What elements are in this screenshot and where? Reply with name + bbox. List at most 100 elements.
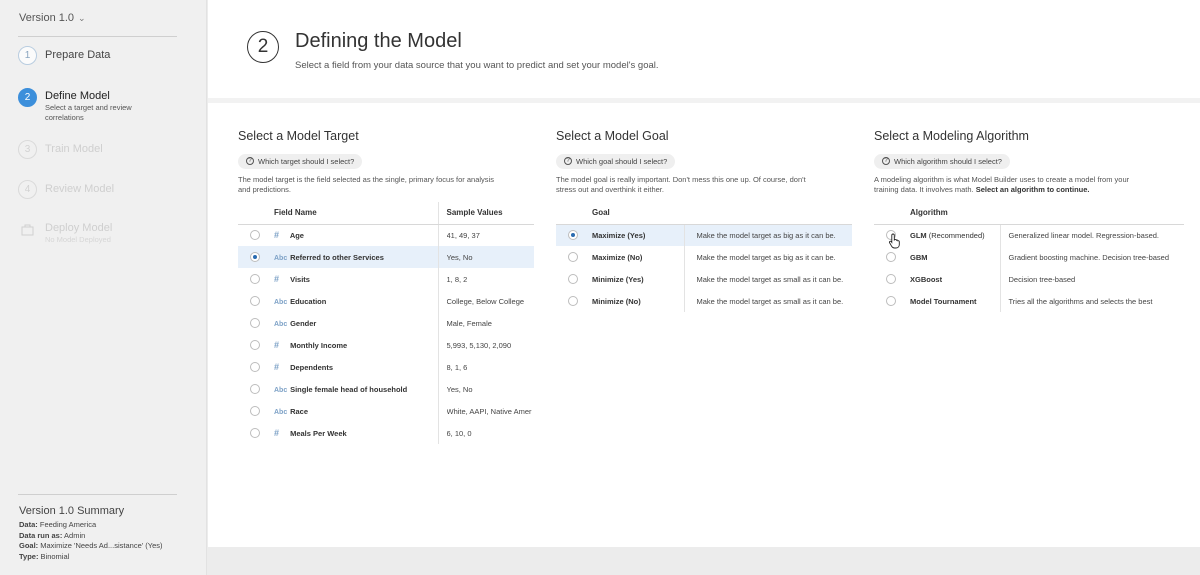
section-description: A modeling algorithm is what Model Build… — [874, 174, 1130, 194]
question-circle-icon: ? — [882, 157, 890, 165]
sidebar: Version 1.0 ⌄ 1 Prepare Data 2 Define Mo… — [0, 0, 207, 575]
table-row[interactable]: Abc Single female head of household Yes, … — [238, 378, 534, 400]
step-title: Deploy Model — [45, 222, 113, 234]
sample-values: White, AAPI, Native Amer — [446, 406, 532, 416]
algorithm-help-button[interactable]: ? Which algorithm should I select? — [874, 153, 1010, 169]
table-row[interactable]: Minimize (No) Make the model target as sm… — [556, 290, 852, 312]
abc-icon: Abc — [274, 320, 288, 328]
algorithm-description: Tries all the algorithms and selects the… — [1008, 296, 1153, 306]
field-name: Meals Per Week — [290, 429, 347, 438]
table-header: Algorithm — [874, 202, 1184, 225]
step-prepare-data[interactable]: 1 Prepare Data — [18, 46, 110, 65]
algorithm-radio[interactable] — [886, 252, 896, 262]
step-define-model[interactable]: 2 Define Model Select a target and revie… — [18, 88, 141, 123]
page-header: 2 Defining the Model Select a field from… — [208, 0, 1200, 103]
goal-name: Minimize (Yes) — [592, 274, 644, 284]
main-panel: 2 Defining the Model Select a field from… — [208, 0, 1200, 547]
goal-table: Goal Maximize (Yes) Make the model target… — [556, 202, 852, 312]
table-row[interactable]: Minimize (Yes) Make the model target as s… — [556, 268, 852, 290]
summary-data: Data: Feeding America — [19, 520, 97, 529]
target-help-button[interactable]: ? Which target should I select? — [238, 153, 363, 169]
target-radio[interactable] — [250, 274, 260, 284]
table-row[interactable]: Abc Gender Male, Female — [238, 312, 534, 334]
version-dropdown[interactable]: Version 1.0 ⌄ — [19, 12, 86, 24]
table-row[interactable]: # Meals Per Week 6, 10, 0 — [238, 422, 534, 444]
column-header-algorithm: Algorithm — [904, 202, 1000, 225]
table-row[interactable]: # Dependents 8, 1, 6 — [238, 356, 534, 378]
divider — [18, 36, 177, 37]
target-radio[interactable] — [250, 428, 260, 438]
table-header: Goal — [556, 202, 852, 225]
field-name: Monthly Income — [290, 341, 348, 350]
goal-radio[interactable] — [568, 230, 578, 241]
field-name: Single female head of household — [290, 384, 408, 394]
field-name: Referred to other Services — [290, 252, 384, 262]
algorithm-section: Select a Modeling Algorithm ? Which algo… — [874, 129, 1184, 195]
version-label: Version 1.0 — [19, 12, 75, 24]
table-row[interactable]: Abc Education College, Below College — [238, 290, 534, 312]
help-label: Which goal should I select? — [576, 156, 668, 166]
step-number: 3 — [18, 140, 37, 159]
target-radio[interactable] — [250, 362, 260, 372]
target-section: Select a Model Target ? Which target sho… — [238, 129, 528, 195]
table-row[interactable]: # Visits 1, 8, 2 — [238, 268, 534, 290]
goal-help-button[interactable]: ? Which goal should I select? — [556, 153, 676, 169]
target-radio[interactable] — [250, 296, 260, 306]
step-subtitle: Select a target and review correlations — [45, 103, 132, 122]
table-row[interactable]: Abc Race White, AAPI, Native Amer — [238, 400, 534, 422]
algorithm-description: Decision tree-based — [1008, 274, 1076, 284]
target-radio[interactable] — [250, 384, 260, 394]
column-header-sample-values: Sample Values — [437, 202, 534, 225]
step-number: 4 — [18, 180, 37, 199]
abc-icon: Abc — [274, 386, 288, 394]
goal-radio[interactable] — [568, 296, 578, 306]
step-review-model: 4 Review Model — [18, 180, 114, 199]
algorithm-name: Model Tournament — [910, 296, 977, 306]
table-row[interactable]: Maximize (No) Make the model target as bi… — [556, 246, 852, 268]
goal-name: Minimize (No) — [592, 296, 641, 306]
sample-values: 5,993, 5,130, 2,090 — [446, 340, 512, 350]
sample-values: 8, 1, 6 — [446, 362, 468, 372]
step-title: Review Model — [45, 183, 115, 195]
table-row[interactable]: XGBoost Decision tree-based — [874, 268, 1184, 290]
summary-title: Version 1.0 Summary — [19, 505, 125, 517]
sample-values: Male, Female — [446, 318, 492, 328]
table-row[interactable]: GLM (Recommended) Generalized linear mode… — [874, 224, 1184, 246]
target-radio[interactable] — [250, 230, 260, 241]
table-row[interactable]: GBM Gradient boosting machine. Decision t… — [874, 246, 1184, 268]
target-radio[interactable] — [250, 406, 260, 416]
goal-radio[interactable] — [568, 274, 578, 284]
section-description: The model goal is really important. Don'… — [556, 174, 806, 194]
section-title: Select a Model Target — [238, 129, 359, 143]
summary-goal: Goal: Maximize 'Needs Ad...sistance' (Ye… — [19, 541, 163, 550]
goal-section: Select a Model Goal ? Which goal should … — [556, 129, 846, 195]
help-label: Which algorithm should I select? — [894, 156, 1002, 166]
algorithm-radio[interactable] — [886, 296, 896, 306]
table-row[interactable]: # Monthly Income 5,993, 5,130, 2,090 — [238, 334, 534, 356]
table-header: Field Name Sample Values — [238, 202, 534, 225]
step-subtitle: No Model Deployed — [45, 235, 111, 244]
table-row[interactable]: # Age 41, 49, 37 — [238, 224, 534, 246]
step-number-badge: 2 — [247, 31, 279, 63]
step-number: 1 — [18, 46, 37, 65]
goal-description: Make the model target as big as it can b… — [696, 230, 836, 240]
goal-description: Make the model target as small as it can… — [696, 296, 844, 306]
target-radio[interactable] — [250, 318, 260, 328]
goal-radio[interactable] — [568, 252, 578, 262]
target-radio[interactable] — [250, 252, 260, 262]
sample-values: 41, 49, 37 — [446, 231, 480, 240]
question-circle-icon: ? — [564, 157, 572, 165]
page-subtitle: Select a field from your data source tha… — [295, 60, 659, 71]
field-name: Dependents — [290, 363, 334, 372]
target-radio[interactable] — [250, 340, 260, 350]
algorithm-description: Generalized linear model. Regression-bas… — [1008, 230, 1160, 240]
table-row[interactable]: Abc Referred to other Services Yes, No — [238, 246, 534, 268]
page-title: Defining the Model — [295, 30, 462, 52]
algorithm-table: Algorithm GLM (Recommended) Generalized l… — [874, 202, 1184, 312]
table-row[interactable]: Model Tournament Tries all the algorithms… — [874, 290, 1184, 312]
table-row[interactable]: Maximize (Yes) Make the model target as b… — [556, 224, 852, 246]
algorithm-radio[interactable] — [886, 274, 896, 284]
divider — [18, 494, 177, 495]
hash-icon: # — [274, 340, 280, 350]
step-number: 2 — [18, 88, 37, 107]
